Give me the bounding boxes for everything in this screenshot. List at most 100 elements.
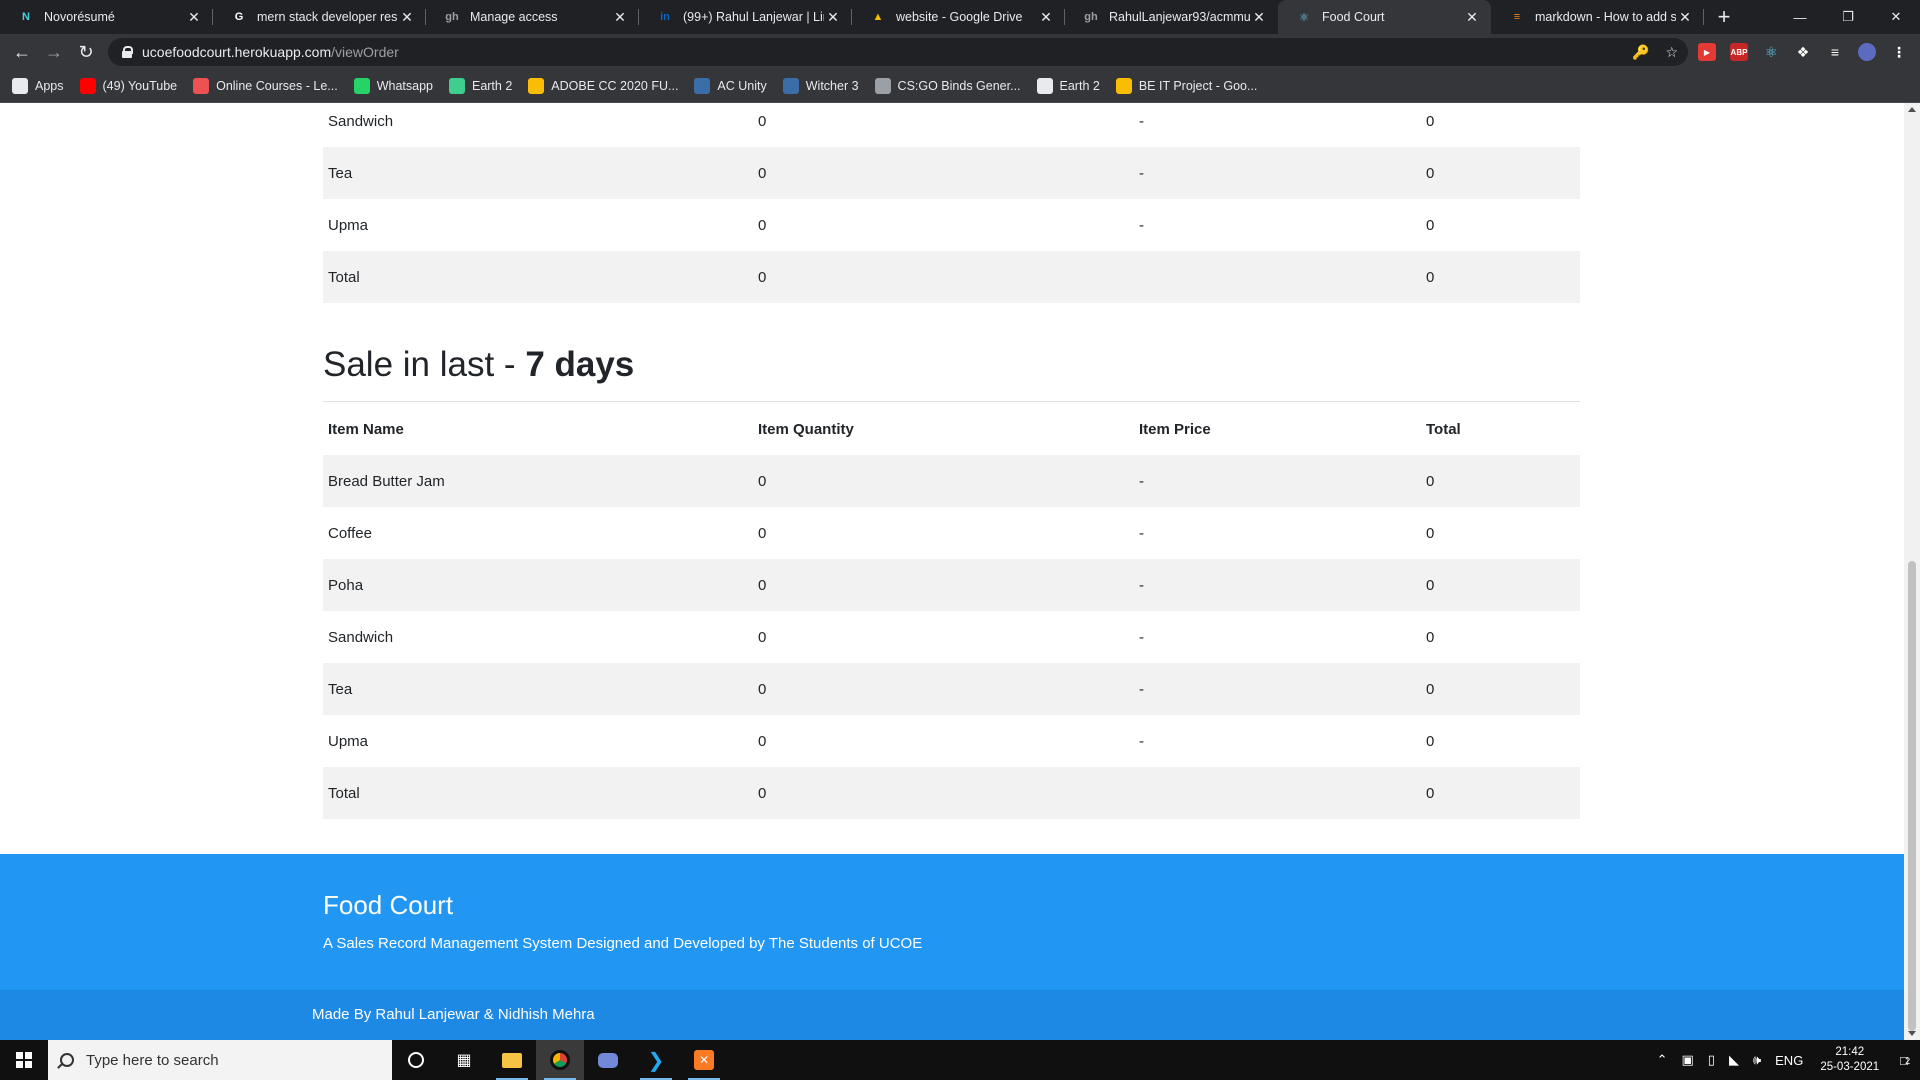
tab-close-icon[interactable]: ✕	[1250, 9, 1268, 26]
tab-favicon-icon: ⚛	[1299, 11, 1309, 24]
browser-tab[interactable]: ≡ markdown - How to add sc ✕	[1491, 0, 1704, 34]
bookmark-label: Online Courses - Le...	[216, 79, 338, 93]
cell-qty: 0	[753, 147, 1134, 199]
bookmark-favicon-icon	[448, 78, 465, 94]
cell-price: -	[1134, 455, 1421, 507]
bookmark-item[interactable]: Earth 2	[1036, 78, 1100, 94]
footer-subtitle: A Sales Record Management System Designe…	[323, 935, 923, 952]
notifications-icon[interactable]: □ 2	[1900, 1053, 1910, 1068]
taskbar-file-explorer[interactable]	[488, 1040, 536, 1080]
tab-close-icon[interactable]: ✕	[1463, 9, 1481, 26]
battery-icon[interactable]: ▯	[1708, 1052, 1715, 1068]
wifi-icon[interactable]: ◣	[1729, 1052, 1739, 1068]
tab-title: Food Court	[1322, 10, 1385, 24]
bookmark-item[interactable]: BE IT Project - Goo...	[1115, 78, 1257, 94]
bookmark-label: Apps	[35, 79, 64, 93]
footer: Food Court A Sales Record Management Sys…	[0, 854, 1904, 990]
taskbar-vscode[interactable]: ❯	[632, 1040, 680, 1080]
tab-close-icon[interactable]: ✕	[398, 9, 416, 26]
media-control-icon[interactable]: ≡	[1826, 43, 1844, 61]
taskbar-discord[interactable]	[584, 1040, 632, 1080]
bookmark-item[interactable]: Online Courses - Le...	[193, 78, 338, 94]
table-row: Sandwich 0 - 0	[323, 611, 1580, 663]
bookmark-item[interactable]: AC Unity	[694, 78, 767, 94]
table-row: Bread Butter Jam 0-0	[323, 455, 1580, 507]
bookmark-item[interactable]: CS:GO Binds Gener...	[874, 78, 1021, 94]
show-hidden-icons-icon[interactable]: ⌃	[1657, 1052, 1668, 1068]
new-tab-button[interactable]: +	[1704, 0, 1744, 34]
scroll-up-arrow-icon[interactable]	[1908, 107, 1916, 112]
tab-title: mern stack developer resum	[257, 10, 398, 24]
cell-name: Poha	[323, 559, 753, 611]
browser-tab[interactable]: Gmern stack developer resum✕	[213, 0, 426, 34]
table-row: Upma 0 - 0	[323, 715, 1580, 767]
tab-close-icon[interactable]: ✕	[1676, 9, 1694, 26]
browser-tab[interactable]: gh Manage access ✕	[426, 0, 639, 34]
extension-red-icon[interactable]: ▶	[1698, 43, 1716, 61]
bookmark-item[interactable]: Witcher 3	[782, 78, 859, 94]
taskbar-search-box[interactable]: Type here to search	[48, 1040, 392, 1080]
tab-close-icon[interactable]: ✕	[611, 9, 629, 26]
discord-icon	[598, 1052, 618, 1068]
task-view-button[interactable]: ▦	[440, 1040, 488, 1080]
forward-button[interactable]: →	[38, 36, 70, 68]
scrollbar-thumb[interactable]	[1908, 561, 1916, 1031]
cell-total: 0	[1426, 628, 1435, 646]
cell-name: Coffee	[328, 524, 372, 542]
cell-total: 0	[1426, 216, 1435, 234]
menu-dots-icon[interactable]: ⋮	[1890, 43, 1908, 61]
page-viewport: Sandwich 0-0 Tea 0-0 Upma 0-0 Total 0 0 Sale in …	[0, 103, 1904, 1040]
table-header-row: Item Name Item Quantity Item Price Total	[323, 403, 1580, 455]
folder-icon	[502, 1052, 522, 1068]
bookmark-item[interactable]: (49) YouTube	[79, 78, 177, 94]
bookmarks-bar: Apps (49) YouTube Online Courses - Le... Wh…	[0, 70, 1920, 103]
key-icon[interactable]: 🔑	[1632, 44, 1649, 61]
bookmark-item[interactable]: Earth 2	[448, 78, 512, 94]
browser-tab[interactable]: N Novorésumé ✕	[0, 0, 213, 34]
browser-tab[interactable]: in (99+) Rahul Lanjewar | Linke✕	[639, 0, 852, 34]
extensions-area: ▶ ABP ⚛ ❖ ≡ ⋮	[1698, 34, 1908, 70]
reload-button[interactable]: ↻	[70, 36, 102, 68]
system-tray: ⌃ ▣ ▯ ◣ 🕪 ENG 21:42 25-03-2021 □ 2	[1650, 1040, 1920, 1080]
volume-icon[interactable]: 🕪	[1753, 1052, 1761, 1068]
apps-grid-icon	[12, 78, 28, 94]
taskbar-clock[interactable]: 21:42 25-03-2021	[1820, 1045, 1879, 1075]
scroll-down-arrow-icon[interactable]	[1908, 1031, 1916, 1036]
tab-close-icon[interactable]: ✕	[824, 9, 842, 26]
page-scrollbar[interactable]	[1904, 103, 1920, 1040]
browser-tab[interactable]: ⚛ Food Court ✕	[1278, 0, 1491, 34]
header-item-price: Item Price	[1139, 420, 1211, 438]
header-item-name: Item Name	[328, 420, 404, 438]
browser-tab[interactable]: gh RahulLanjewar93/acmmumb✕	[1065, 0, 1278, 34]
profile-avatar[interactable]	[1858, 43, 1876, 61]
xampp-icon: ✕	[694, 1050, 714, 1070]
url-path: /viewOrder	[331, 44, 399, 60]
close-window-button[interactable]: ✕	[1872, 0, 1920, 34]
footer-credits-bar: Made By Rahul Lanjewar & Nidhish Mehra	[0, 990, 1904, 1040]
restore-button[interactable]: ❐	[1824, 0, 1872, 34]
puzzle-icon[interactable]: ❖	[1794, 43, 1812, 61]
tab-close-icon[interactable]: ✕	[185, 9, 203, 26]
cortana-button[interactable]	[392, 1040, 440, 1080]
minimize-button[interactable]: —	[1776, 0, 1824, 34]
tab-close-icon[interactable]: ✕	[1037, 9, 1055, 26]
start-button[interactable]	[0, 1040, 48, 1080]
taskbar-chrome[interactable]	[536, 1040, 584, 1080]
address-bar[interactable]: ucoefoodcourt.herokuapp.com/viewOrder 🔑 …	[108, 38, 1688, 66]
language-indicator[interactable]: ENG	[1775, 1053, 1803, 1068]
react-devtools-icon[interactable]: ⚛	[1762, 43, 1780, 61]
adblock-icon[interactable]: ABP	[1730, 43, 1748, 61]
taskbar-search-placeholder: Type here to search	[86, 1051, 219, 1069]
bookmark-item[interactable]: Whatsapp	[353, 78, 433, 94]
window-controls: — ❐ ✕	[1776, 0, 1920, 34]
taskbar-xampp[interactable]: ✕	[680, 1040, 728, 1080]
network-adapter-icon[interactable]: ▣	[1681, 1052, 1693, 1068]
bookmark-item[interactable]: ADOBE CC 2020 FU...	[528, 78, 678, 94]
back-button[interactable]: ←	[6, 36, 38, 68]
browser-tab[interactable]: ▲ website - Google Drive ✕	[852, 0, 1065, 34]
clock-date: 25-03-2021	[1820, 1061, 1880, 1073]
cell-name: Total	[323, 251, 753, 303]
star-icon[interactable]: ☆	[1665, 44, 1678, 61]
bookmark-item[interactable]: Apps	[12, 78, 64, 94]
tab-favicon-icon: gh	[1084, 11, 1098, 23]
